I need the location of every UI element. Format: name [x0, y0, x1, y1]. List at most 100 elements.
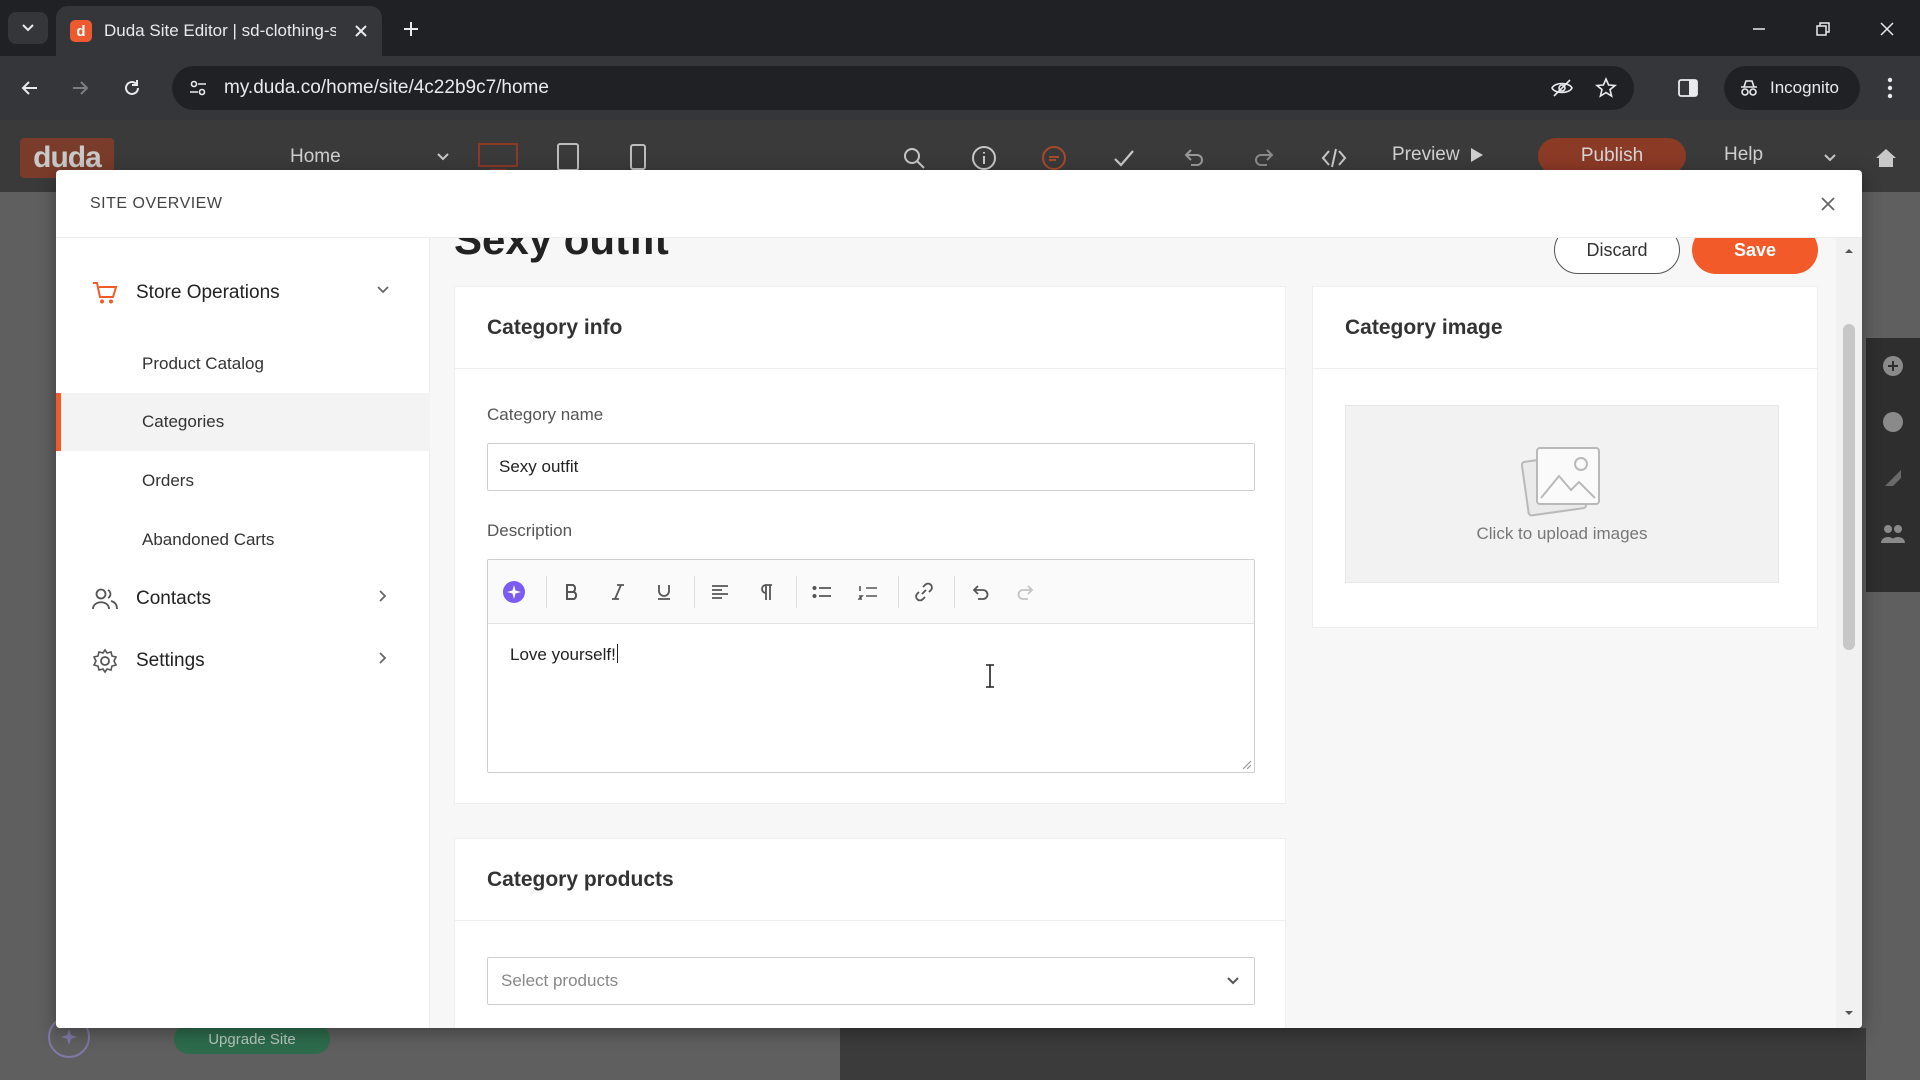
incognito-profile[interactable]: Incognito	[1724, 66, 1860, 110]
bullet-list-button[interactable]	[806, 576, 838, 608]
page-selector[interactable]: Home	[290, 142, 450, 172]
side-panel-button[interactable]	[1672, 72, 1704, 104]
rail-people-button[interactable]	[1866, 506, 1920, 562]
search-icon	[904, 148, 925, 169]
url-text: my.duda.co/home/site/4c22b9c7/home	[224, 77, 549, 98]
browser-tab-bar: d Duda Site Editor | sd-clothing-s	[0, 0, 1920, 56]
link-button[interactable]	[908, 576, 940, 608]
close-icon	[1821, 197, 1835, 211]
undo-icon	[972, 585, 989, 600]
tab-search-button[interactable]	[8, 12, 48, 44]
rte-redo-button[interactable]	[1010, 576, 1042, 608]
window-restore-button[interactable]	[1808, 14, 1838, 44]
cart-icon	[93, 282, 118, 304]
reload-button[interactable]	[116, 72, 148, 104]
plus-circle-icon	[1883, 356, 1903, 376]
category-info-heading: Category info	[455, 287, 1285, 369]
gear-icon	[92, 648, 118, 674]
description-label: Description	[487, 521, 573, 540]
editor-right-rail	[1866, 338, 1920, 592]
mobile-view-button[interactable]	[618, 140, 658, 174]
modal-title: SITE OVERVIEW	[90, 194, 223, 212]
upgrade-site-button[interactable]: Upgrade Site	[174, 1024, 330, 1054]
category-name-input[interactable]	[487, 443, 1255, 491]
desktop-icon	[478, 143, 518, 171]
code-icon	[1321, 148, 1347, 168]
bold-button[interactable]	[556, 576, 588, 608]
content-scrollbar[interactable]	[1836, 238, 1862, 1028]
toolbar-divider	[796, 576, 797, 608]
save-button[interactable]: Save	[1692, 238, 1818, 274]
description-text-area[interactable]: Love yourself!	[488, 624, 1254, 685]
duda-favicon-icon: d	[70, 20, 92, 42]
sidebar-item-contacts[interactable]: Contacts	[56, 572, 430, 626]
rte-undo-button[interactable]	[964, 576, 996, 608]
toolbar-divider	[954, 576, 955, 608]
paragraph-button[interactable]	[750, 576, 782, 608]
image-upload-icon	[1521, 447, 1600, 517]
scroll-down-icon[interactable]	[1844, 1008, 1854, 1018]
scrollbar-thumb[interactable]	[1843, 324, 1855, 650]
sparkle-icon	[61, 1029, 77, 1045]
link-icon	[915, 582, 933, 602]
resize-handle-icon[interactable]	[1240, 758, 1252, 770]
eye-off-icon[interactable]	[1550, 76, 1574, 100]
sidebar-item-orders[interactable]: Orders	[56, 452, 430, 510]
sidebar-item-label: Settings	[136, 650, 205, 671]
text-caret	[616, 644, 618, 663]
redo-icon	[1255, 149, 1274, 166]
sidebar-item-categories[interactable]: Categories	[56, 393, 430, 451]
tab-title: Duda Site Editor | sd-clothing-s	[104, 21, 336, 40]
more-vertical-icon	[1887, 77, 1893, 99]
tab-close-button[interactable]	[354, 24, 368, 38]
redo-icon	[1017, 585, 1034, 600]
address-bar[interactable]: my.duda.co/home/site/4c22b9c7/home	[172, 66, 1634, 110]
image-upload-dropzone[interactable]: Click to upload images	[1345, 405, 1779, 583]
back-button[interactable]	[14, 72, 46, 104]
close-icon	[355, 25, 367, 37]
forward-button[interactable]	[64, 72, 96, 104]
new-tab-button[interactable]	[396, 14, 426, 44]
rail-brush-button[interactable]	[1866, 450, 1920, 506]
comment-icon	[1042, 146, 1066, 170]
reload-icon	[125, 80, 139, 95]
desktop-view-button[interactable]	[478, 140, 518, 174]
check-icon	[1114, 150, 1134, 167]
chevron-right-icon	[379, 652, 387, 664]
numbered-list-icon	[858, 586, 877, 600]
ai-write-button[interactable]	[498, 576, 530, 608]
rail-chat-button[interactable]	[1866, 394, 1920, 450]
site-settings-icon[interactable]	[188, 78, 208, 98]
dashboard-home-button[interactable]	[1870, 142, 1902, 174]
modal-close-button[interactable]	[1814, 190, 1842, 218]
scroll-up-icon[interactable]	[1844, 246, 1854, 256]
rail-add-button[interactable]	[1866, 338, 1920, 394]
preview-button[interactable]: Preview	[1392, 144, 1484, 166]
select-products-placeholder: Select products	[501, 971, 619, 990]
discard-button[interactable]: Discard	[1554, 238, 1680, 274]
sidebar-item-product-catalog[interactable]: Product Catalog	[56, 335, 430, 393]
align-button[interactable]	[704, 576, 736, 608]
underline-button[interactable]	[648, 576, 680, 608]
browser-menu-button[interactable]	[1874, 72, 1906, 104]
category-image-card: Category image Click to upload images	[1312, 286, 1818, 628]
description-editor: Love yourself!	[487, 559, 1255, 773]
window-close-button[interactable]	[1872, 14, 1902, 44]
info-icon	[972, 146, 996, 170]
sidebar-item-store-operations[interactable]: Store Operations	[56, 266, 430, 320]
help-menu[interactable]: Help	[1724, 144, 1763, 166]
publish-button[interactable]: Publish	[1538, 138, 1686, 174]
select-products-dropdown[interactable]: Select products	[487, 957, 1255, 1005]
arrow-right-icon	[73, 81, 89, 95]
modal-header: SITE OVERVIEW	[56, 170, 1862, 238]
sidebar-item-settings[interactable]: Settings	[56, 634, 430, 688]
chevron-down-icon	[377, 286, 389, 294]
browser-tab-active[interactable]: d Duda Site Editor | sd-clothing-s	[56, 6, 382, 56]
italic-button[interactable]	[602, 576, 634, 608]
window-minimize-button[interactable]	[1744, 14, 1774, 44]
star-bookmark-icon[interactable]	[1594, 76, 1618, 100]
numbered-list-button[interactable]	[852, 576, 884, 608]
sidebar-item-label: Store Operations	[136, 282, 280, 303]
tablet-view-button[interactable]	[548, 140, 588, 174]
sidebar-item-abandoned-carts[interactable]: Abandoned Carts	[56, 511, 430, 569]
